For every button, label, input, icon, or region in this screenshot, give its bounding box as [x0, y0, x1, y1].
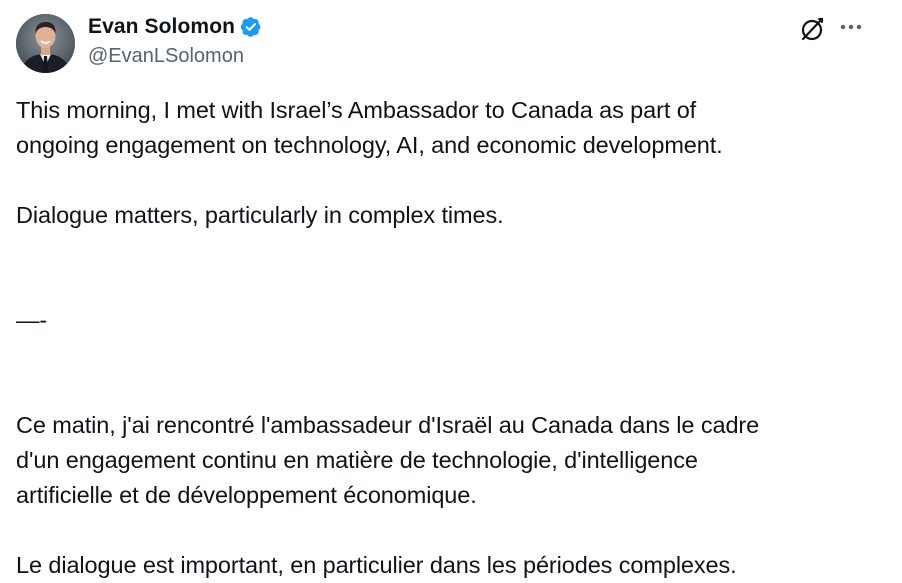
tweet-paragraph-3: Ce matin, j'ai rencontré l'ambassadeur d…: [16, 412, 760, 508]
tweet-paragraph-1: This morning, I met with Israel’s Ambass…: [16, 97, 723, 158]
tweet-text: This morning, I met with Israel’s Ambass…: [16, 93, 886, 583]
tweet-paragraph-2: Dialogue matters, particularly in comple…: [16, 202, 504, 228]
author-name-row: Evan Solomon: [88, 14, 262, 40]
author-handle[interactable]: @EvanLSolomon: [88, 45, 244, 68]
tweet-card: Evan Solomon @EvanLSolomon This morning,…: [0, 0, 902, 578]
grok-icon[interactable]: [800, 16, 826, 42]
tweet-paragraph-4: Le dialogue est important, en particulie…: [16, 552, 737, 578]
tweet-separator: —-: [16, 307, 48, 333]
more-horizontal-icon[interactable]: [838, 17, 864, 37]
verified-badge-icon[interactable]: [240, 16, 262, 38]
avatar[interactable]: [16, 14, 75, 73]
author-display-name[interactable]: Evan Solomon: [88, 15, 235, 39]
profile-photo-icon: [16, 14, 75, 73]
